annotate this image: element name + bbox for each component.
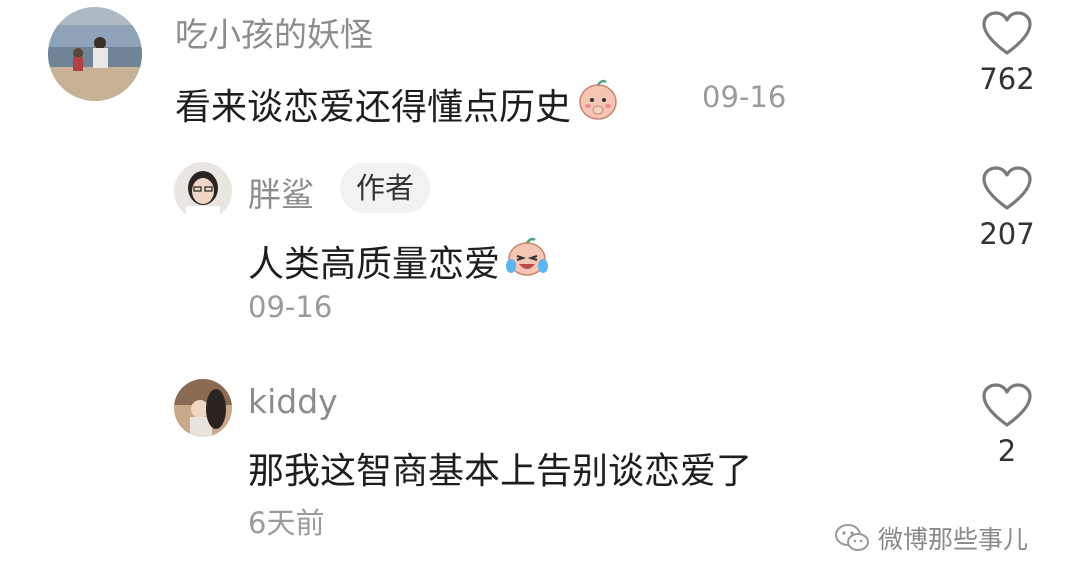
watermark: 微博那些事儿 [834, 520, 1028, 556]
watermark-text: 微博那些事儿 [878, 525, 1029, 554]
comment-text-content: 看来谈恋爱还得懂点历史 [175, 86, 572, 128]
comment-text-content: 那我这智商基本上告别谈恋爱了 [248, 451, 753, 492]
comment-time: 09-16 [702, 80, 787, 114]
comment-username[interactable]: 胖鲨 [248, 168, 314, 216]
like-button[interactable]: 2 [972, 382, 1042, 468]
shy-baby-emoji [575, 76, 621, 131]
wechat-icon [835, 524, 869, 551]
heart-icon [982, 11, 1032, 55]
like-count: 762 [979, 62, 1035, 96]
like-button[interactable]: 762 [972, 10, 1042, 96]
comment-username[interactable]: 吃小孩的妖怪 [175, 8, 373, 56]
author-badge: 作者 [340, 163, 431, 213]
like-count: 2 [997, 434, 1017, 468]
comment-text-content: 人类高质量恋爱 [248, 243, 501, 285]
like-button[interactable]: 207 [972, 165, 1042, 251]
avatar[interactable] [48, 7, 142, 101]
comment-time: 09-16 [248, 290, 333, 324]
avatar[interactable] [174, 162, 232, 220]
comment-text: 人类高质量恋爱 [248, 233, 550, 288]
comment-text: 看来谈恋爱还得懂点历史 [175, 76, 621, 131]
heart-icon [982, 383, 1032, 427]
comment-time: 6天前 [248, 506, 325, 540]
comment-text: 那我这智商基本上告别谈恋爱了 [248, 442, 752, 494]
heart-icon [982, 166, 1032, 210]
comment-username[interactable]: kiddy [248, 382, 338, 421]
like-count: 207 [979, 217, 1035, 251]
laugh-cry-baby-emoji [504, 233, 550, 288]
avatar[interactable] [174, 379, 232, 437]
